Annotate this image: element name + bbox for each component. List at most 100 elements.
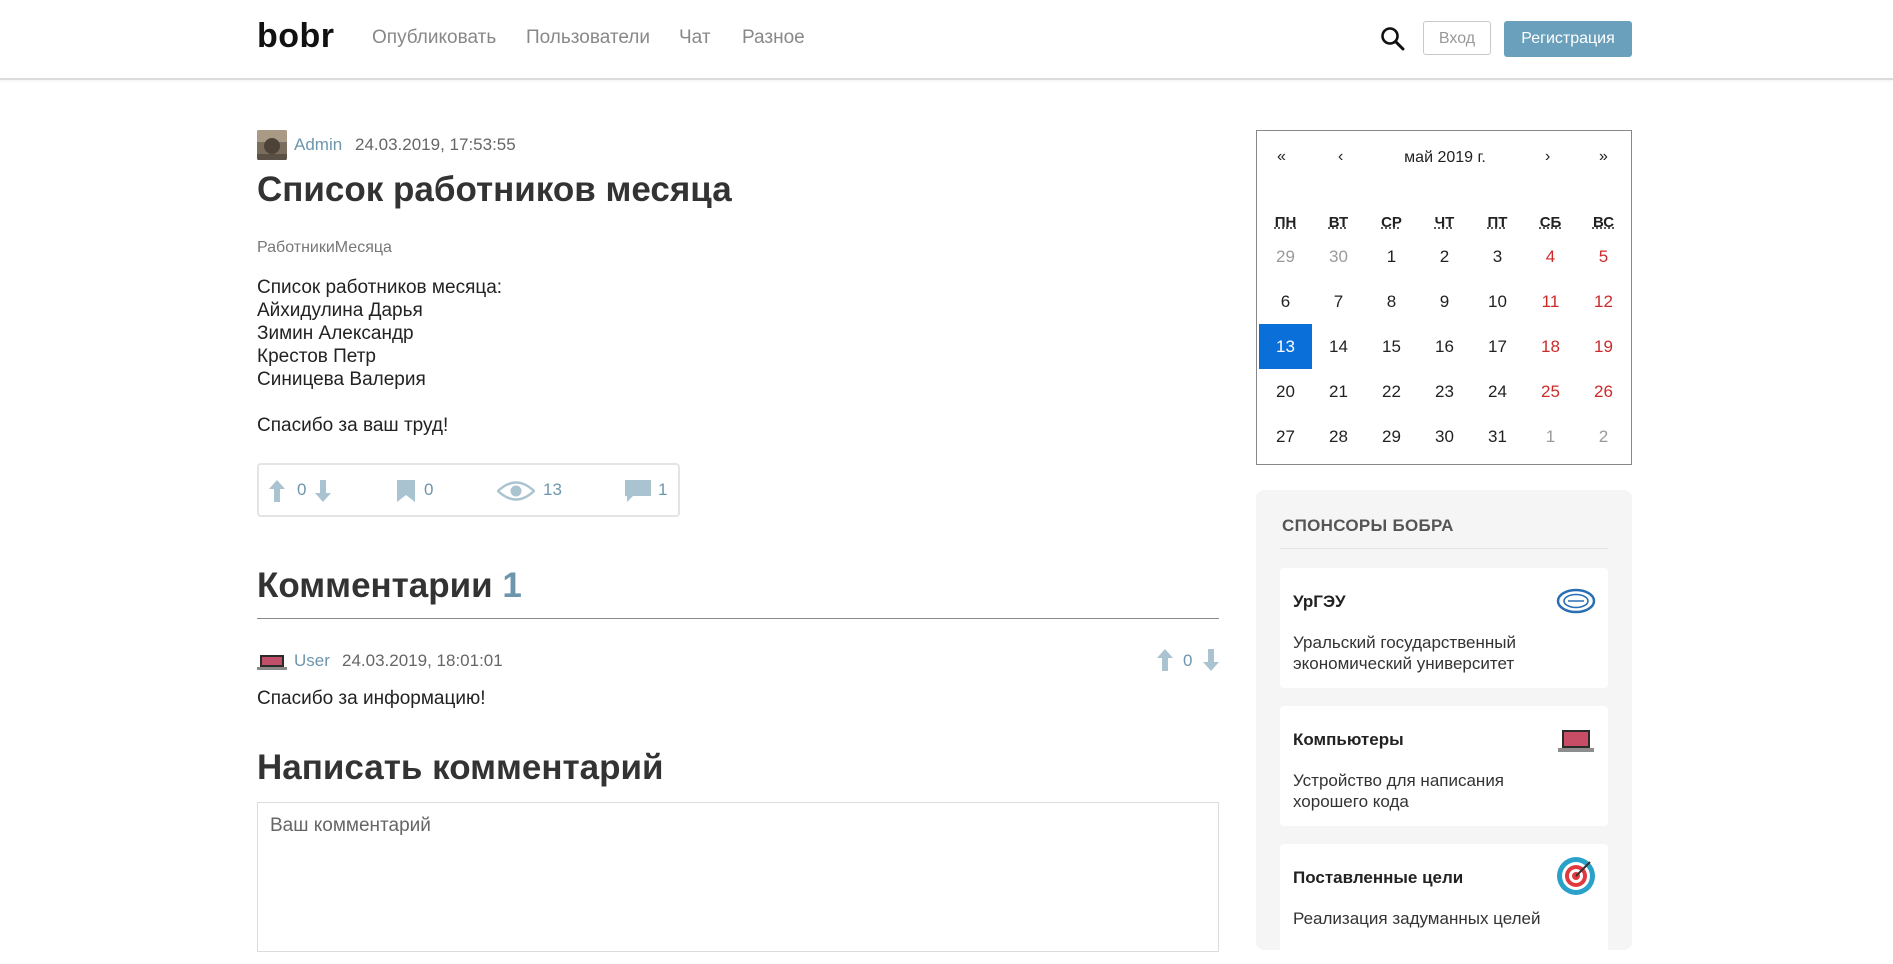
- calendar-day[interactable]: 4: [1524, 234, 1577, 279]
- calendar-day[interactable]: 11: [1524, 279, 1577, 324]
- post-body-line: Список работников месяца:: [257, 277, 503, 298]
- calendar-day[interactable]: 6: [1259, 279, 1312, 324]
- calendar-day[interactable]: 17: [1471, 324, 1524, 369]
- calendar-weekday: СР: [1381, 214, 1402, 231]
- calendar-day[interactable]: 30: [1312, 234, 1365, 279]
- calendar-day[interactable]: 15: [1365, 324, 1418, 369]
- calendar-month-title: май 2019 г.: [1404, 149, 1486, 166]
- calendar-day[interactable]: 3: [1471, 234, 1524, 279]
- post-body-line: Айхидулина Дарья: [257, 300, 423, 321]
- laptop-icon: [1558, 730, 1594, 752]
- post-body-line: Синицева Валерия: [257, 369, 426, 390]
- sponsors-panel: СПОНСОРЫ БОБРА УрГЭУ Уральский государст…: [1256, 490, 1632, 964]
- post-title: Список работников месяца: [257, 170, 732, 209]
- downvote-icon[interactable]: [315, 480, 331, 502]
- calendar-day[interactable]: 29: [1365, 414, 1418, 459]
- calendar-day[interactable]: 29: [1259, 234, 1312, 279]
- sponsor-card[interactable]: Компьютеры Устройство для написания хоро…: [1280, 706, 1608, 826]
- sponsor-card[interactable]: УрГЭУ Уральский государственный экономич…: [1280, 568, 1608, 688]
- calendar-day[interactable]: 14: [1312, 324, 1365, 369]
- calendar-day[interactable]: 7: [1312, 279, 1365, 324]
- write-comment-heading: Написать комментарий: [257, 748, 664, 787]
- sponsor-name: Компьютеры: [1293, 730, 1404, 749]
- calendar-day[interactable]: 21: [1312, 369, 1365, 414]
- user-avatar[interactable]: [257, 651, 287, 671]
- comment-downvote-icon[interactable]: [1203, 649, 1219, 671]
- calendar-weekday: ВС: [1592, 214, 1615, 231]
- post-tag[interactable]: РаботникиМесяца: [257, 239, 392, 257]
- calendar-day[interactable]: 26: [1577, 369, 1630, 414]
- admin-avatar[interactable]: [257, 130, 287, 160]
- calendar-day[interactable]: 31: [1471, 414, 1524, 459]
- calendar-day[interactable]: 24: [1471, 369, 1524, 414]
- comment-upvote-icon[interactable]: [1157, 649, 1173, 671]
- post-bookmarks-count: 0: [424, 480, 434, 499]
- register-button[interactable]: Регистрация: [1504, 21, 1632, 57]
- post-views-count: 13: [543, 480, 562, 499]
- calendar-day[interactable]: 18: [1524, 324, 1577, 369]
- comment-input[interactable]: [257, 802, 1219, 952]
- bookmark-icon[interactable]: [397, 480, 415, 502]
- post-body-line: Зимин Александр: [257, 323, 414, 344]
- comment-date: 24.03.2019, 18:01:01: [342, 651, 503, 670]
- post-date: 24.03.2019, 17:53:55: [355, 135, 516, 154]
- post-author-link[interactable]: Admin: [294, 135, 342, 155]
- calendar-weekday: ЧТ: [1434, 214, 1455, 231]
- nav-misc[interactable]: Разное: [742, 27, 805, 49]
- comment-text: Спасибо за информацию!: [257, 688, 486, 709]
- nav-chat[interactable]: Чат: [679, 27, 711, 49]
- calendar-day[interactable]: 23: [1418, 369, 1471, 414]
- calendar-widget: « ‹ май 2019 г. › » ПН ВТ СР ЧТ ПТ СБ ВС 29 30 1 2…: [1256, 130, 1632, 465]
- usue-logo-icon: [1556, 588, 1596, 614]
- post-comments-count: 1: [658, 480, 668, 499]
- calendar-day[interactable]: 8: [1365, 279, 1418, 324]
- calendar-day[interactable]: 28: [1312, 414, 1365, 459]
- search-icon[interactable]: [1380, 26, 1406, 52]
- calendar-next-month[interactable]: ›: [1545, 148, 1550, 166]
- calendar-day[interactable]: 5: [1577, 234, 1630, 279]
- calendar-day[interactable]: 9: [1418, 279, 1471, 324]
- post-rating: 0: [297, 480, 307, 499]
- sponsor-name: УрГЭУ: [1293, 592, 1346, 611]
- sponsor-description: Реализация задуманных целей: [1293, 909, 1541, 928]
- post-thanks: Спасибо за ваш труд!: [257, 415, 449, 436]
- site-logo[interactable]: bobr: [257, 17, 335, 56]
- calendar-day[interactable]: 27: [1259, 414, 1312, 459]
- sponsor-description: Уральский государственный экономический …: [1293, 633, 1516, 673]
- calendar-next-year[interactable]: »: [1599, 148, 1608, 166]
- calendar-day[interactable]: 19: [1577, 324, 1630, 369]
- calendar-day[interactable]: 30: [1418, 414, 1471, 459]
- login-button[interactable]: Вход: [1423, 21, 1491, 55]
- calendar-day-today[interactable]: 13: [1259, 324, 1312, 369]
- nav-publish[interactable]: Опубликовать: [372, 27, 496, 49]
- sponsors-divider: [1280, 548, 1608, 549]
- calendar-day[interactable]: 2: [1577, 414, 1630, 459]
- calendar-weekday: ПН: [1274, 214, 1297, 231]
- calendar-day[interactable]: 1: [1365, 234, 1418, 279]
- calendar-day[interactable]: 25: [1524, 369, 1577, 414]
- sponsor-card[interactable]: Поставленные цели Реализация задуманных …: [1280, 844, 1608, 964]
- sponsor-name: Поставленные цели: [1293, 868, 1464, 887]
- comments-heading: Комментарии 1: [257, 566, 522, 606]
- calendar-day[interactable]: 10: [1471, 279, 1524, 324]
- nav-users[interactable]: Пользователи: [526, 27, 650, 49]
- comments-divider: [257, 618, 1219, 619]
- calendar-weekday: СБ: [1539, 214, 1562, 231]
- calendar-weekday: ПТ: [1487, 214, 1508, 231]
- post-stats-bar: 0 0 13 1: [257, 463, 680, 517]
- calendar-day[interactable]: 2: [1418, 234, 1471, 279]
- calendar-day[interactable]: 12: [1577, 279, 1630, 324]
- calendar-day[interactable]: 22: [1365, 369, 1418, 414]
- calendar-day[interactable]: 20: [1259, 369, 1312, 414]
- top-navbar: bobr Опубликовать Пользователи Чат Разно…: [0, 0, 1893, 80]
- comment-rating: 0: [1183, 651, 1193, 670]
- calendar-day[interactable]: 1: [1524, 414, 1577, 459]
- comment-author-link[interactable]: User: [294, 651, 330, 671]
- post-body-line: Крестов Петр: [257, 346, 376, 367]
- comment-icon[interactable]: [625, 480, 651, 502]
- target-icon: [1557, 857, 1595, 895]
- calendar-day[interactable]: 16: [1418, 324, 1471, 369]
- comments-heading-count: 1: [502, 566, 522, 605]
- calendar-weekday: ВТ: [1328, 214, 1349, 231]
- upvote-icon[interactable]: [269, 480, 285, 502]
